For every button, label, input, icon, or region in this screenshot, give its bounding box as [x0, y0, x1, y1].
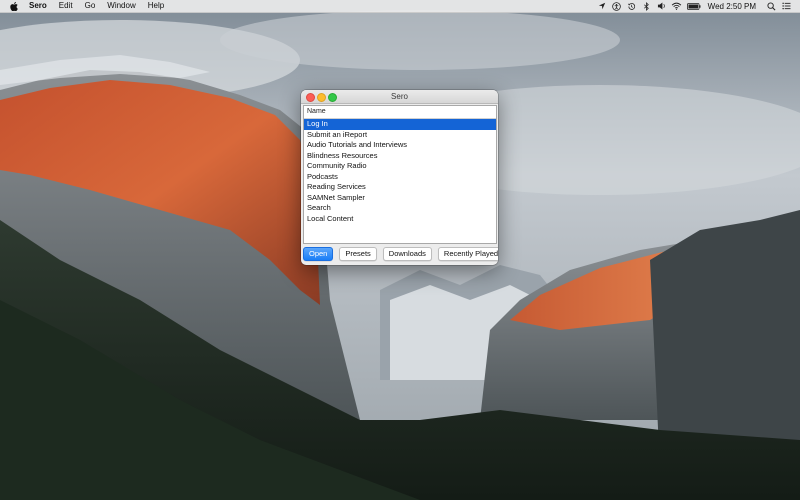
content-list[interactable]: Name Log In Submit an iReport Audio Tutori…	[303, 105, 497, 244]
list-item[interactable]: Submit an iReport	[304, 130, 496, 141]
window-title: Sero	[391, 92, 408, 101]
list-item[interactable]: Local Content	[304, 214, 496, 225]
menu-go[interactable]: Go	[79, 0, 102, 12]
menu-window[interactable]: Window	[101, 0, 141, 12]
presets-button[interactable]: Presets	[339, 247, 377, 261]
list-item[interactable]: Audio Tutorials and Interviews	[304, 140, 496, 151]
downloads-button[interactable]: Downloads	[382, 247, 432, 261]
bluetooth-icon[interactable]	[641, 0, 653, 12]
sero-window: Sero Name Log In Submit an iReport Audio T…	[301, 90, 498, 265]
apple-menu-icon[interactable]	[9, 0, 19, 12]
button-bar: Open Presets Downloads Recently Played	[303, 247, 498, 261]
notification-center-icon[interactable]	[780, 0, 792, 12]
recently-played-button[interactable]: Recently Played	[437, 247, 498, 261]
list-item[interactable]: Podcasts	[304, 172, 496, 183]
volume-icon[interactable]	[656, 0, 668, 12]
list-item[interactable]: Log In	[304, 119, 496, 130]
app-menu-sero[interactable]: Sero	[23, 0, 53, 12]
list-column-header-name[interactable]: Name	[304, 106, 496, 119]
battery-icon[interactable]	[686, 0, 702, 12]
list-item[interactable]: Reading Services	[304, 182, 496, 193]
list-item[interactable]: Search	[304, 203, 496, 214]
list-item[interactable]: Blindness Resources	[304, 151, 496, 162]
menu-edit[interactable]: Edit	[53, 0, 79, 12]
list-item[interactable]: Community Radio	[304, 161, 496, 172]
open-button[interactable]: Open	[303, 247, 334, 261]
wifi-icon[interactable]	[671, 0, 683, 12]
window-titlebar[interactable]: Sero	[301, 90, 498, 104]
list-item[interactable]: SAMNet Sampler	[304, 193, 496, 204]
time-machine-icon[interactable]	[626, 0, 638, 12]
spotlight-search-icon[interactable]	[765, 0, 777, 12]
location-icon[interactable]	[596, 0, 608, 12]
menu-help[interactable]: Help	[142, 0, 170, 12]
accessibility-icon[interactable]	[611, 0, 623, 12]
menubar-clock[interactable]: Wed 2:50 PM	[708, 2, 756, 11]
menu-bar: Sero Edit Go Window Help Wed 2:50 PM	[0, 0, 800, 13]
